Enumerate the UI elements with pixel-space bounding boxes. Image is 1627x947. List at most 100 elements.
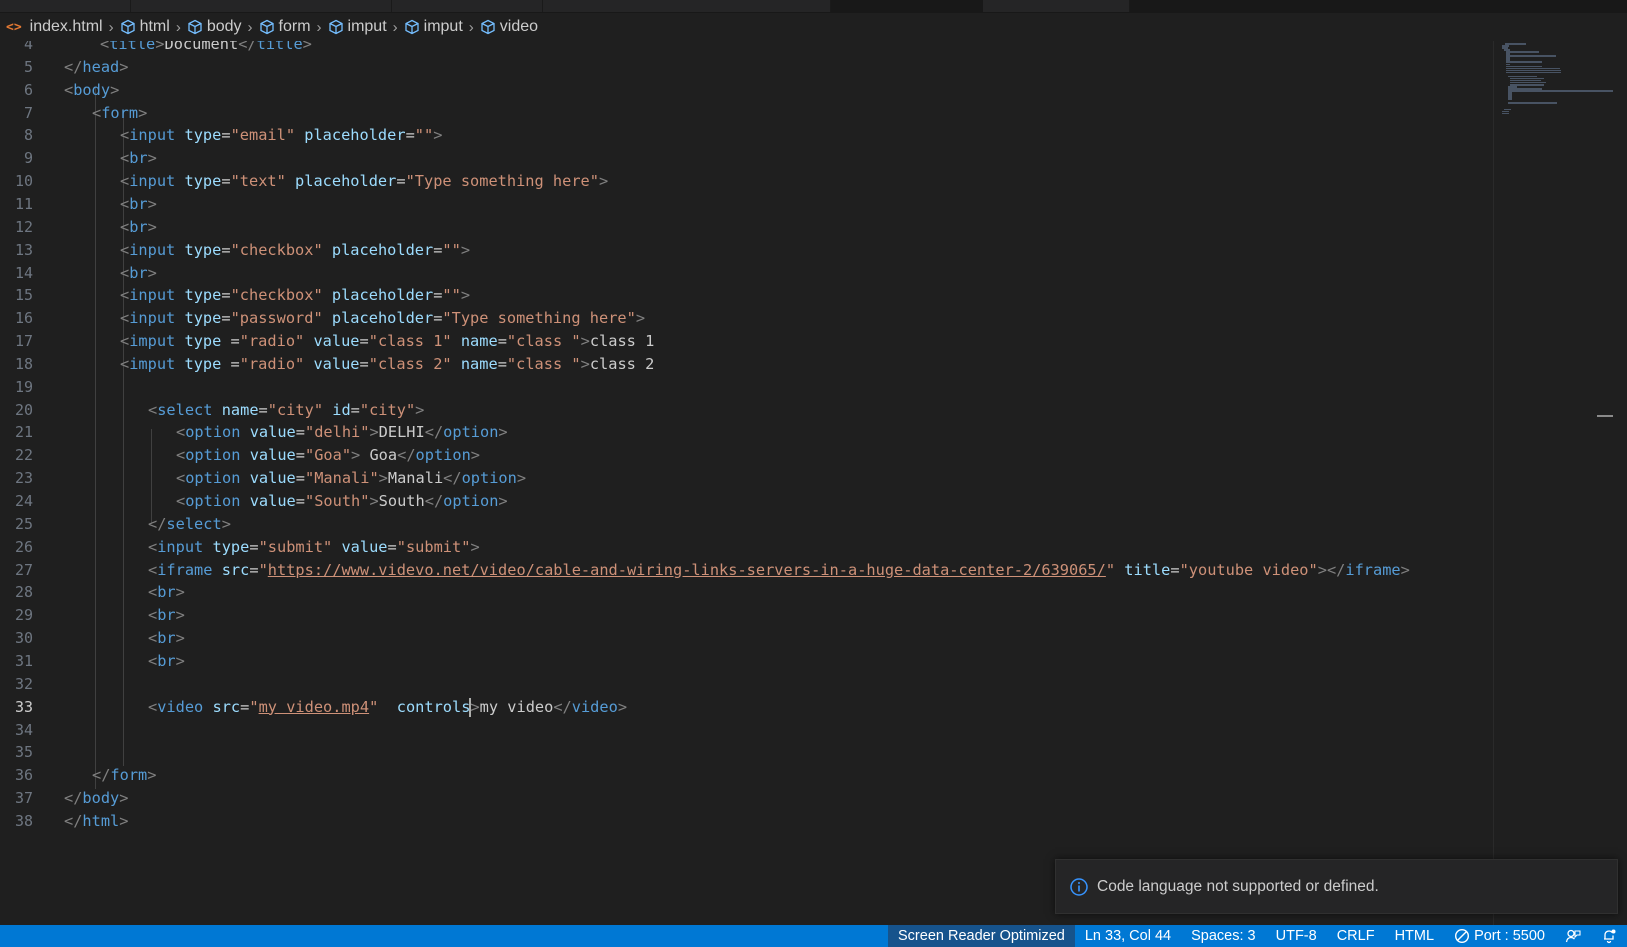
code-line[interactable]: 28 <br>: [0, 581, 1490, 605]
breadcrumb-item[interactable]: imput: [404, 18, 463, 36]
code-line[interactable]: 14 <br>: [0, 262, 1490, 286]
code-line[interactable]: 26 <input type="submit" value="submit">: [0, 536, 1490, 560]
code-line[interactable]: 4 <title>Document</title>: [0, 41, 1490, 57]
code-line[interactable]: 13 <input type="checkbox" placeholder="">: [0, 239, 1490, 263]
code-token: option: [185, 469, 241, 488]
code-token: =: [497, 354, 507, 373]
code-token: >: [110, 80, 120, 99]
code-line[interactable]: 15 <input type="checkbox" placeholder="">: [0, 284, 1490, 308]
screen-reader-mode[interactable]: Screen Reader Optimized: [888, 925, 1075, 947]
code-line[interactable]: 37 </body>: [0, 787, 1490, 811]
breadcrumb-item[interactable]: form: [259, 18, 311, 36]
code-token: =: [221, 126, 231, 145]
code-token: "class 2": [368, 354, 452, 373]
code-text: </html>: [64, 810, 128, 834]
line-number: 28: [14, 583, 33, 602]
breadcrumb: <> index.html › html › body › form › imput › impu…: [0, 13, 1627, 41]
language-mode[interactable]: HTML: [1385, 925, 1444, 947]
code-line[interactable]: 35: [0, 741, 1490, 765]
code-token: src: [221, 560, 250, 579]
breadcrumb-item[interactable]: body: [187, 18, 242, 36]
code-token: <: [148, 651, 158, 670]
code-token: </: [64, 57, 83, 76]
code-line[interactable]: 9 <br>: [0, 147, 1490, 171]
code-line[interactable]: 34: [0, 719, 1490, 743]
code-line[interactable]: 25 </select>: [0, 513, 1490, 537]
code-line[interactable]: 19: [0, 376, 1490, 400]
breadcrumb-item[interactable]: html: [120, 18, 170, 36]
minimap[interactable]: [1493, 41, 1614, 925]
code-line[interactable]: 16 <input type="password" placeholder="Ty…: [0, 307, 1490, 331]
code-text: <input type="password" placeholder="Type…: [120, 307, 645, 331]
code-token: <: [148, 537, 158, 556]
notifications-button[interactable]: [1591, 925, 1627, 947]
code-line[interactable]: 5 </head>: [0, 56, 1490, 80]
code-line[interactable]: 27 <iframe src="https://www.videvo.net/vi…: [0, 559, 1490, 583]
code-line[interactable]: 11 <br>: [0, 193, 1490, 217]
code-token: type: [184, 286, 222, 305]
code-token: type: [184, 126, 222, 145]
code-token: title: [109, 41, 156, 53]
editor-tab[interactable]: [983, 0, 1130, 12]
code-line[interactable]: 6 <body>: [0, 79, 1490, 103]
code-token: "": [442, 286, 461, 305]
code-token: <: [148, 400, 158, 419]
code-token: "password": [230, 309, 323, 328]
code-line[interactable]: 30 <br>: [0, 627, 1490, 651]
line-number: 27: [14, 560, 33, 579]
eol-setting[interactable]: CRLF: [1327, 925, 1385, 947]
code-text: <input type="email" placeholder="">: [120, 124, 442, 148]
code-line[interactable]: 17 <imput type ="radio" value="class 1" n…: [0, 330, 1490, 354]
breadcrumb-item[interactable]: imput: [328, 18, 387, 36]
cursor-position[interactable]: Ln 33, Col 44: [1075, 925, 1181, 947]
code-token: </: [238, 41, 257, 53]
code-line[interactable]: 33 <video src="my video.mp4" controls>my …: [0, 696, 1490, 720]
breadcrumb-file[interactable]: <> index.html: [6, 18, 103, 36]
code-line[interactable]: 18 <imput type ="radio" value="class 2" n…: [0, 353, 1490, 377]
vertical-scrollbar[interactable]: [1613, 41, 1627, 925]
code-line[interactable]: 12 <br>: [0, 216, 1490, 240]
minimap-line: [1506, 55, 1557, 57]
code-token: controls: [396, 697, 471, 716]
code-text: </head>: [64, 56, 128, 80]
code-line[interactable]: 8 <input type="email" placeholder="">: [0, 124, 1490, 148]
code-token: >: [351, 446, 361, 465]
editor-tab[interactable]: [131, 0, 392, 12]
code-line[interactable]: 10 <input type="text" placeholder="Type s…: [0, 170, 1490, 194]
editor-tab[interactable]: [543, 0, 831, 12]
code-line[interactable]: 36 </form>: [0, 764, 1490, 788]
line-number: 30: [14, 629, 33, 648]
encoding-setting[interactable]: UTF-8: [1266, 925, 1327, 947]
code-line[interactable]: 21 <option value="delhi">DELHI</option>: [0, 421, 1490, 445]
code-text: <input type="checkbox" placeholder="">: [120, 239, 470, 263]
symbol-element-icon: [259, 19, 274, 35]
code-line[interactable]: 38 </html>: [0, 810, 1490, 834]
code-line[interactable]: 23 <option value="Manali">Manali</option>: [0, 467, 1490, 491]
live-server-port[interactable]: Port : 5500: [1444, 925, 1555, 947]
code-editor[interactable]: 4 <title>Document</title> 5 </head> 6 <body> 7…: [0, 41, 1490, 925]
feedback-button[interactable]: [1555, 925, 1591, 947]
editor-tab[interactable]: [0, 0, 131, 12]
code-token: =: [405, 126, 415, 145]
code-line[interactable]: 24 <option value="South">South</option>: [0, 490, 1490, 514]
code-line[interactable]: 20 <select name="city" id="city">: [0, 399, 1490, 423]
code-line[interactable]: 31 <br>: [0, 650, 1490, 674]
code-token: <: [148, 606, 158, 625]
code-line[interactable]: 32: [0, 673, 1490, 697]
code-token: =: [240, 697, 250, 716]
code-token: <: [148, 629, 158, 648]
breadcrumb-item[interactable]: video: [480, 18, 538, 36]
notification-toast[interactable]: Code language not supported or defined.: [1055, 859, 1618, 914]
code-line[interactable]: 22 <option value="Goa"> Goa</option>: [0, 444, 1490, 468]
code-line[interactable]: 29 <br>: [0, 604, 1490, 628]
code-line[interactable]: 7 <form>: [0, 102, 1490, 126]
code-text: <option value="delhi">DELHI</option>: [176, 421, 508, 445]
editor-tab[interactable]: [392, 0, 543, 12]
code-token: =: [221, 240, 231, 259]
indentation-setting[interactable]: Spaces: 3: [1181, 925, 1266, 947]
